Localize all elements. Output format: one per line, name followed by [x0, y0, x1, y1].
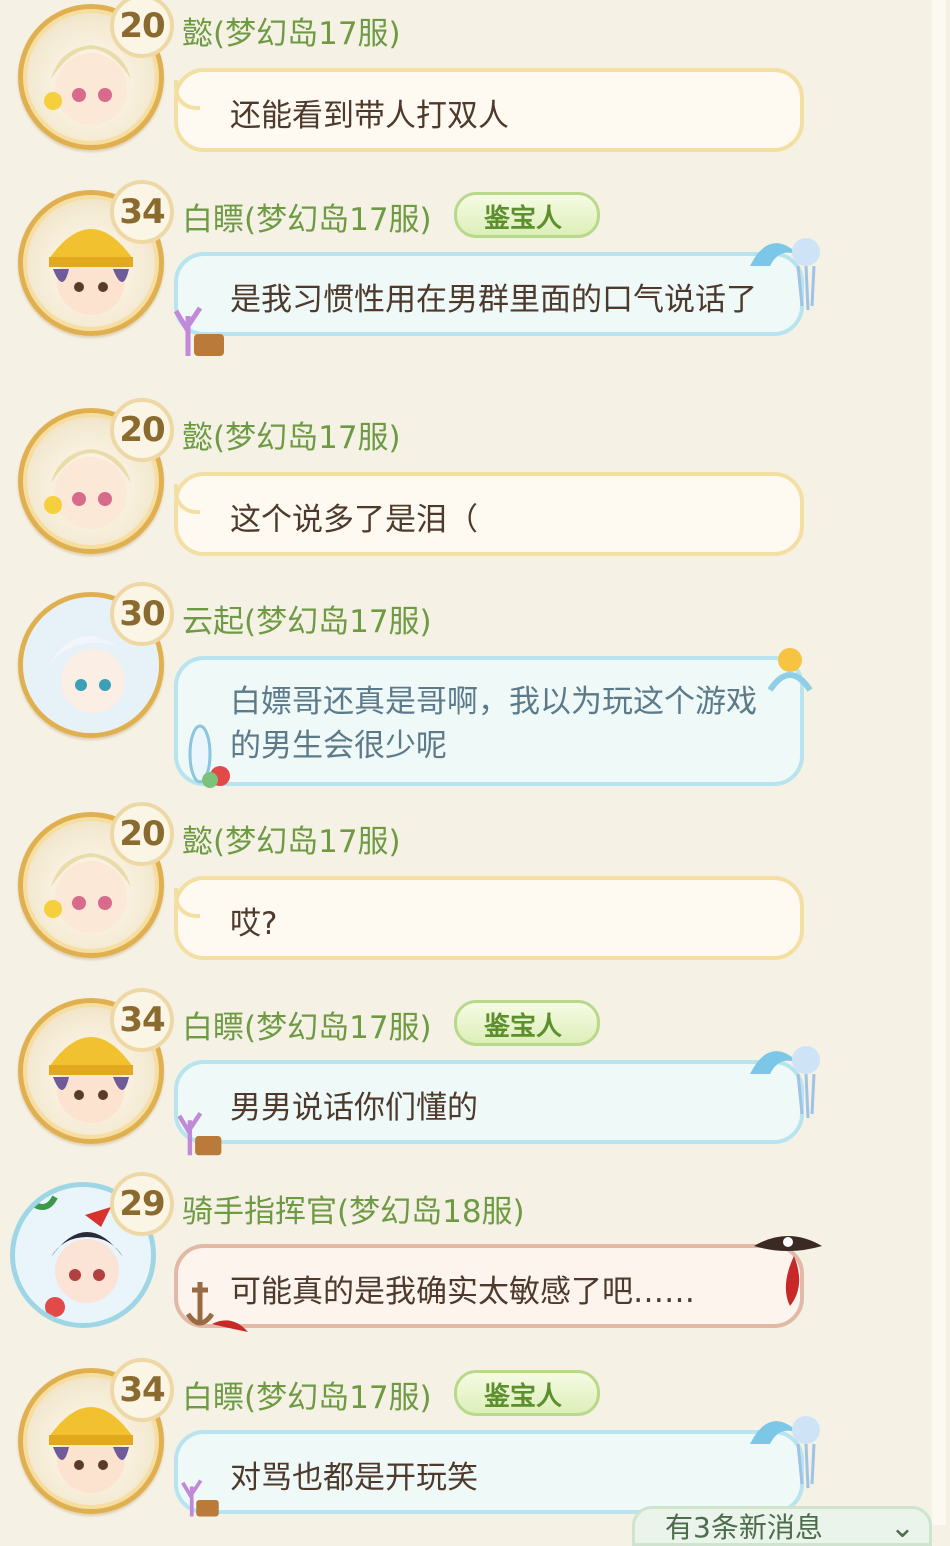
level-badge: 34: [110, 988, 174, 1052]
sender-name[interactable]: 懿(梦幻岛17服): [182, 816, 401, 861]
message-bubble[interactable]: 对骂也都是开玩笑: [174, 1430, 804, 1514]
message-bubble[interactable]: 可能真的是我确实太敏感了吧……: [174, 1244, 804, 1328]
bubble-tail: [174, 484, 200, 514]
wave-decoration-icon: [750, 238, 820, 311]
level-badge: 20: [110, 0, 174, 58]
badge-appraiser: 鉴宝人: [448, 186, 600, 238]
chevron-down-icon[interactable]: ⌄: [890, 1509, 915, 1543]
sender-name[interactable]: 云起(梦幻岛17服): [182, 596, 432, 641]
coral-decoration-icon: [181, 1479, 219, 1517]
sender-name[interactable]: 白瞟(梦幻岛17服): [182, 1372, 432, 1417]
message-bubble[interactable]: 哎?: [174, 876, 804, 960]
sender-name[interactable]: 白瞟(梦幻岛17服): [182, 1002, 432, 1047]
badge-label: 鉴宝人: [483, 1012, 562, 1042]
message-bubble[interactable]: 白嫖哥还真是哥啊，我以为玩这个游戏的男生会很少呢: [174, 656, 804, 786]
level-badge: 29: [110, 1172, 174, 1236]
message-text: 还能看到带人打双人: [230, 98, 509, 134]
message-text: 白嫖哥还真是哥啊，我以为玩这个游戏的男生会很少呢: [230, 684, 757, 764]
badge-appraiser: 鉴宝人: [448, 1364, 600, 1416]
sender-name[interactable]: 懿(梦幻岛17服): [182, 412, 401, 457]
chat-message: 20 懿(梦幻岛17服) 这个说多了是泪（: [0, 398, 950, 564]
message-text: 男男说话你们懂的: [230, 1090, 478, 1126]
wave-decoration-icon: [750, 1046, 820, 1119]
pirate-hat-decoration-icon: [754, 1236, 822, 1306]
chat-message: 20 懿(梦幻岛17服) 哎?: [0, 802, 950, 968]
level-badge: 20: [110, 802, 174, 866]
wave-decoration-icon: [750, 1416, 820, 1489]
chat-message: 34 白瞟(梦幻岛17服) 鉴宝人 是我习惯性用在男群里面的口气说话了: [0, 180, 950, 366]
bubble-tail: [174, 888, 200, 918]
new-messages-text: 有3条新消息: [665, 1511, 823, 1544]
sender-name[interactable]: 懿(梦幻岛17服): [182, 8, 401, 53]
chat-message: 20 懿(梦幻岛17服) 还能看到带人打双人: [0, 0, 950, 160]
chat-message: 34 白瞟(梦幻岛17服) 鉴宝人 男男说话你们懂的: [0, 988, 950, 1164]
surfboard-decoration-icon: [188, 724, 230, 788]
level-badge: 34: [110, 180, 174, 244]
message-bubble[interactable]: 还能看到带人打双人: [174, 68, 804, 152]
badge-label: 鉴宝人: [483, 1382, 562, 1412]
message-bubble[interactable]: 男男说话你们懂的: [174, 1060, 804, 1144]
message-text: 对骂也都是开玩笑: [230, 1460, 478, 1496]
anchor-decoration-icon: [185, 1282, 248, 1332]
chat-message: 30 云起(梦幻岛17服) 白嫖哥还真是哥啊，我以为玩这个游戏的男生会很少呢: [0, 582, 950, 798]
message-text: 哎?: [230, 906, 278, 942]
coral-decoration-icon: [177, 1112, 222, 1156]
level-badge: 20: [110, 398, 174, 462]
message-text: 是我习惯性用在男群里面的口气说话了: [230, 282, 757, 318]
message-text: 可能真的是我确实太敏感了吧……: [230, 1274, 695, 1310]
sender-name[interactable]: 白瞟(梦幻岛17服): [182, 194, 432, 239]
message-bubble[interactable]: 是我习惯性用在男群里面的口气说话了: [174, 252, 804, 336]
new-messages-banner[interactable]: 有3条新消息 ⌄: [632, 1506, 932, 1546]
bubble-tail: [174, 80, 200, 110]
message-bubble[interactable]: 这个说多了是泪（: [174, 472, 804, 556]
level-badge: 34: [110, 1358, 174, 1422]
coral-decoration-icon: [173, 306, 224, 356]
chat-message: 29 骑手指挥官(梦幻岛18服) 可能真的是我确实太敏感了吧……: [0, 1172, 950, 1338]
message-text: 这个说多了是泪（: [230, 502, 478, 538]
chat-message: 34 白瞟(梦幻岛17服) 鉴宝人 对骂也都是开玩笑: [0, 1358, 950, 1525]
badge-label: 鉴宝人: [483, 204, 562, 234]
sun-decoration-icon: [767, 648, 813, 692]
level-badge: 30: [110, 582, 174, 646]
badge-appraiser: 鉴宝人: [448, 994, 600, 1046]
sender-name[interactable]: 骑手指挥官(梦幻岛18服): [182, 1186, 525, 1231]
